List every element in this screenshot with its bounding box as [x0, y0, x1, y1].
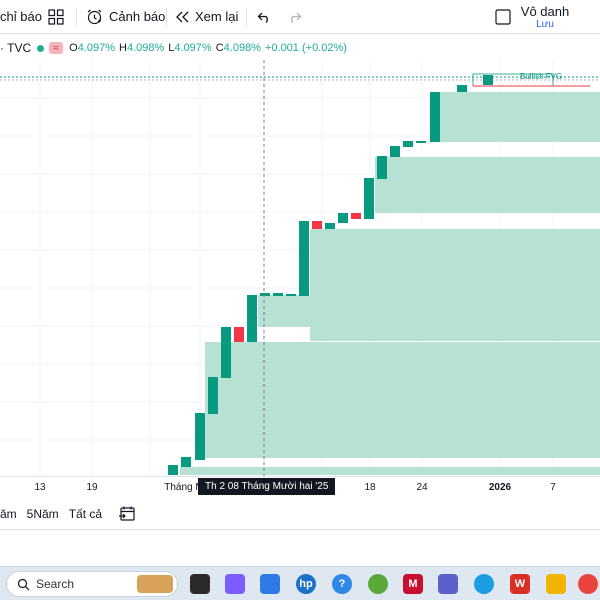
- time-axis-tick: 24: [416, 482, 428, 493]
- price-chart[interactable]: Bullish FVG: [0, 0, 600, 476]
- candle: [364, 178, 374, 219]
- time-axis-tick: 2026: [488, 482, 512, 493]
- time-axis-tick: 7: [550, 482, 556, 493]
- task-view-icon[interactable]: [190, 574, 210, 594]
- copilot-icon[interactable]: [225, 574, 245, 594]
- candle: [416, 141, 426, 143]
- taskbar: Search hp ? M W: [0, 566, 600, 600]
- candle: [299, 221, 309, 296]
- chrome-icon[interactable]: [578, 574, 598, 594]
- candle: [286, 294, 296, 296]
- range-button-year[interactable]: ăm: [0, 507, 17, 521]
- range-bar: ăm 5Năm Tất cả: [0, 500, 600, 528]
- fvg-zone: [375, 157, 600, 213]
- candle: [181, 457, 191, 467]
- candle: [208, 377, 218, 414]
- candle: [312, 221, 322, 229]
- candle: [234, 327, 244, 342]
- candle: [221, 327, 231, 378]
- candle: [325, 223, 335, 229]
- hp-icon[interactable]: hp: [296, 574, 316, 594]
- candle: [390, 146, 400, 157]
- time-axis-tick: 18: [364, 482, 376, 493]
- fvg-zone: [440, 92, 600, 142]
- store-icon[interactable]: [260, 574, 280, 594]
- help-icon[interactable]: ?: [332, 574, 352, 594]
- range-button-all[interactable]: Tất cả: [69, 507, 102, 521]
- candle: [273, 293, 283, 296]
- edge-icon[interactable]: [474, 574, 494, 594]
- candle: [247, 295, 257, 342]
- wps-icon[interactable]: W: [510, 574, 530, 594]
- candle: [351, 213, 361, 219]
- candle: [403, 141, 413, 147]
- mcafee-icon[interactable]: M: [403, 574, 423, 594]
- candle: [430, 92, 440, 142]
- time-axis-tick: 19: [86, 482, 98, 493]
- fvg-zone: [180, 467, 600, 475]
- search-highlight-image-icon: [137, 575, 173, 593]
- fvg-zone: [310, 229, 600, 341]
- candle: [195, 413, 205, 460]
- file-explorer-icon[interactable]: [546, 574, 566, 594]
- candle: [168, 465, 178, 475]
- candle: [483, 75, 493, 85]
- teams-icon[interactable]: [438, 574, 458, 594]
- time-axis-tick: 13: [34, 482, 46, 493]
- go-to-date-icon[interactable]: [118, 506, 136, 522]
- candle: [260, 293, 270, 296]
- search-icon: [17, 578, 30, 591]
- candle: [377, 156, 387, 179]
- range-bar-border: [0, 529, 600, 530]
- candle: [457, 85, 467, 92]
- taskbar-search[interactable]: Search: [6, 571, 178, 597]
- search-placeholder: Search: [36, 577, 75, 591]
- crosshair-time-label: Th 2 08 Tháng Mười hai '25: [198, 478, 336, 495]
- app-green-icon[interactable]: [368, 574, 388, 594]
- range-button-5y[interactable]: 5Năm: [27, 507, 59, 521]
- candle: [338, 213, 348, 223]
- fvg-label: Bullish FVG: [520, 72, 562, 81]
